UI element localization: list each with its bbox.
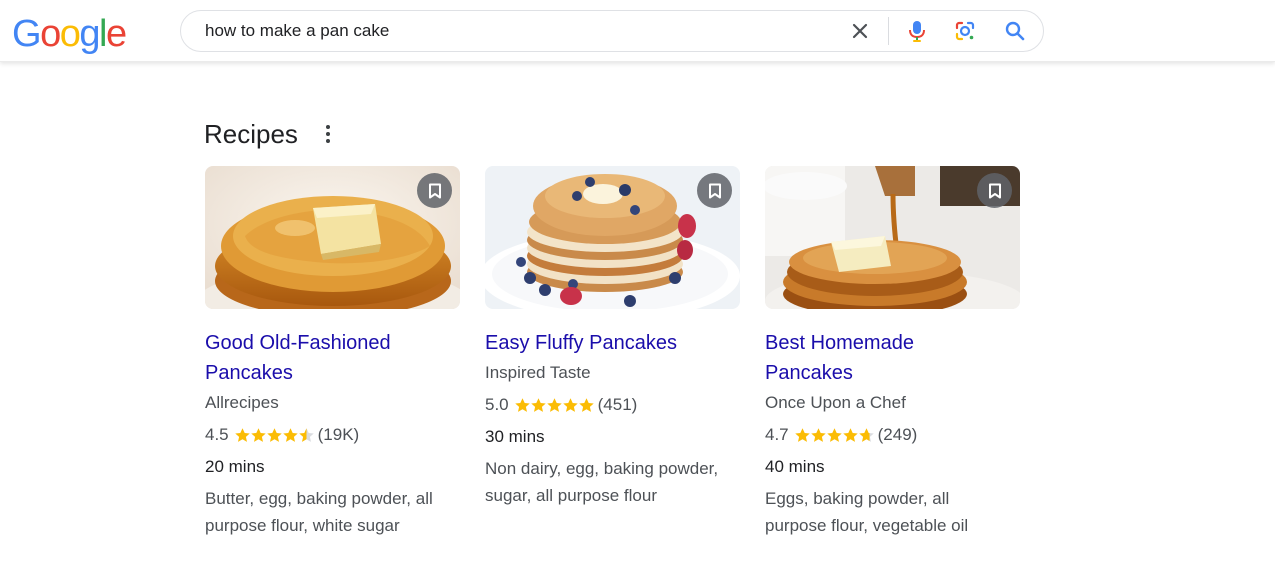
logo-letter-4: g — [79, 13, 100, 55]
search-submit-button[interactable] — [1001, 17, 1029, 45]
clear-search-button[interactable] — [846, 17, 874, 45]
ingredients-list: Butter, egg, baking powder, all purpose … — [205, 489, 433, 535]
search-icon — [1005, 21, 1025, 41]
recipe-card: Good Old-Fashioned Pancakes Allrecipes 4… — [205, 166, 461, 539]
recipe-source: Inspired Taste — [485, 363, 591, 382]
star-icon — [514, 397, 530, 412]
star-rating — [514, 397, 594, 414]
search-box — [180, 10, 1044, 52]
ingredients-list: Non dairy, egg, baking powder, sugar, al… — [485, 459, 719, 505]
search-divider — [888, 17, 889, 45]
star-icon — [234, 427, 250, 442]
recipe-image[interactable] — [765, 166, 1020, 309]
star-rating — [794, 427, 874, 444]
recipe-image[interactable] — [485, 166, 740, 309]
cook-time: 30 mins — [485, 427, 545, 446]
star-icon — [298, 427, 314, 442]
star-icon — [578, 397, 594, 412]
top-bar: Google — [0, 0, 1275, 62]
star-icon — [530, 397, 546, 412]
recipe-source: Once Upon a Chef — [765, 393, 906, 412]
more-dot-icon — [326, 125, 330, 129]
lens-search-button[interactable] — [951, 17, 979, 45]
section-title: Recipes — [204, 119, 298, 149]
bookmark-icon — [708, 183, 721, 198]
review-count: (249) — [877, 425, 918, 444]
star-icon — [826, 427, 842, 442]
save-recipe-button[interactable] — [697, 173, 732, 208]
bookmark-icon — [988, 183, 1001, 198]
save-recipe-button[interactable] — [417, 173, 452, 208]
cook-time: 20 mins — [205, 457, 265, 476]
star-icon — [794, 427, 810, 442]
voice-search-button[interactable] — [903, 17, 931, 45]
recipe-image[interactable] — [205, 166, 460, 309]
star-icon — [810, 427, 826, 442]
recipe-title-link[interactable]: Best Homemade Pancakes — [765, 328, 1005, 388]
star-icon — [282, 427, 298, 442]
rating-row: 4.5 (19K) — [205, 423, 461, 447]
more-dot-icon — [326, 139, 330, 143]
star-icon — [842, 427, 858, 442]
star-icon — [250, 427, 266, 442]
ingredients-list: Eggs, baking powder, all purpose flour, … — [765, 489, 969, 535]
logo-letter-2: o — [40, 13, 61, 55]
save-recipe-button[interactable] — [977, 173, 1012, 208]
rating-row: 4.7 (249) — [765, 423, 1021, 447]
bookmark-icon — [428, 183, 441, 198]
rating-value: 5.0 — [485, 395, 509, 414]
recipe-card: Easy Fluffy Pancakes Inspired Taste 5.0 … — [485, 166, 741, 509]
camera-lens-icon — [955, 21, 975, 41]
logo-letter-3: o — [59, 13, 81, 55]
rating-value: 4.7 — [765, 425, 789, 444]
rating-value: 4.5 — [205, 425, 229, 444]
more-options-button[interactable] — [318, 122, 338, 146]
recipe-card: Best Homemade Pancakes Once Upon a Chef … — [765, 166, 1021, 539]
review-count: (19K) — [317, 425, 360, 444]
cook-time: 40 mins — [765, 457, 825, 476]
close-icon — [852, 23, 868, 39]
star-icon — [546, 397, 562, 412]
microphone-icon — [909, 21, 925, 42]
search-input[interactable] — [205, 11, 805, 51]
star-rating — [234, 427, 314, 444]
star-icon — [562, 397, 578, 412]
rating-row: 5.0 (451) — [485, 393, 741, 417]
search-actions — [846, 11, 1029, 51]
logo-letter-6: e — [105, 13, 127, 55]
recipe-title-link[interactable]: Easy Fluffy Pancakes — [485, 328, 725, 358]
logo-letter-5: l — [98, 13, 107, 55]
star-icon — [858, 427, 874, 442]
review-count: (451) — [597, 395, 638, 414]
google-logo[interactable]: Google — [12, 12, 127, 56]
logo-letter-1: G — [12, 13, 42, 55]
recipe-source: Allrecipes — [205, 393, 279, 412]
more-dot-icon — [326, 132, 330, 136]
star-icon — [266, 427, 282, 442]
recipe-title-link[interactable]: Good Old-Fashioned Pancakes — [205, 328, 445, 388]
